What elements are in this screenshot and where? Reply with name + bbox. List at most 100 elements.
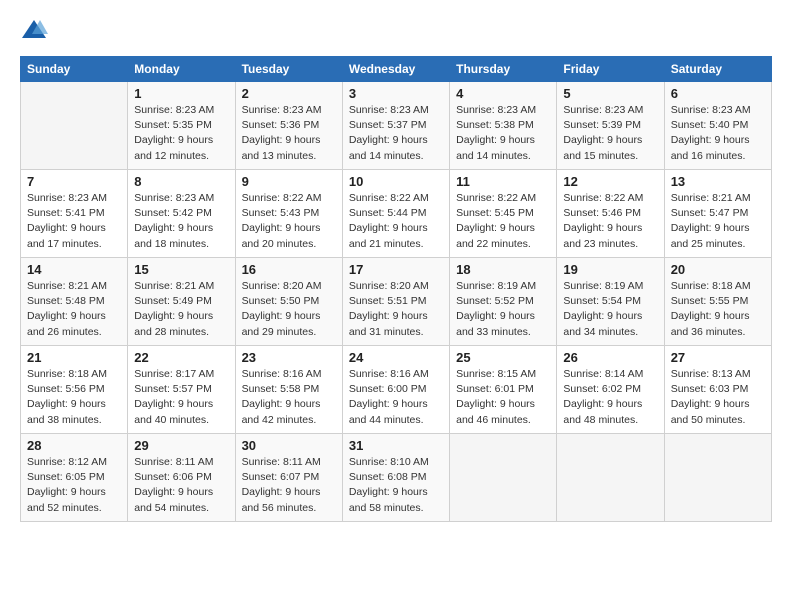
day-number: 11 <box>456 174 550 189</box>
calendar-cell: 3Sunrise: 8:23 AM Sunset: 5:37 PM Daylig… <box>342 82 449 170</box>
day-info: Sunrise: 8:23 AM Sunset: 5:36 PM Dayligh… <box>242 103 336 164</box>
day-number: 13 <box>671 174 765 189</box>
day-number: 31 <box>349 438 443 453</box>
calendar-cell: 22 Sunrise: 8:17 AM Sunset: 5:57 PM Dayli… <box>128 346 235 434</box>
day-number: 17 <box>349 262 443 277</box>
main-container: SundayMondayTuesdayWednesdayThursdayFrid… <box>0 0 792 532</box>
day-number: 19 <box>563 262 657 277</box>
day-info: Sunrise: 8:22 AM Sunset: 5:43 PM Dayligh… <box>242 191 336 252</box>
day-number: 1 <box>134 86 228 101</box>
day-number: 22 <box>134 350 228 365</box>
day-info: Sunrise: 8:13 AM Sunset: 6:03 PM Dayligh… <box>671 367 765 428</box>
day-info: Sunrise: 8:21 AM Sunset: 5:48 PM Dayligh… <box>27 279 121 340</box>
day-number: 29 <box>134 438 228 453</box>
calendar-cell: 18Sunrise: 8:19 AM Sunset: 5:52 PM Dayli… <box>450 258 557 346</box>
calendar-week-row: 1 Sunrise: 8:23 AM Sunset: 5:35 PM Daylig… <box>21 82 772 170</box>
calendar-cell: 12 Sunrise: 8:22 AM Sunset: 5:46 PM Dayli… <box>557 170 664 258</box>
calendar-cell: 19 Sunrise: 8:19 AM Sunset: 5:54 PM Dayli… <box>557 258 664 346</box>
weekday-header: Thursday <box>450 57 557 82</box>
day-number: 4 <box>456 86 550 101</box>
day-number: 6 <box>671 86 765 101</box>
day-number: 24 <box>349 350 443 365</box>
day-number: 5 <box>563 86 657 101</box>
day-info: Sunrise: 8:18 AM Sunset: 5:55 PM Dayligh… <box>671 279 765 340</box>
calendar-cell: 7 Sunrise: 8:23 AM Sunset: 5:41 PM Daylig… <box>21 170 128 258</box>
day-info: Sunrise: 8:18 AM Sunset: 5:56 PM Dayligh… <box>27 367 121 428</box>
calendar-cell: 21Sunrise: 8:18 AM Sunset: 5:56 PM Dayli… <box>21 346 128 434</box>
calendar-cell: 25Sunrise: 8:15 AM Sunset: 6:01 PM Dayli… <box>450 346 557 434</box>
day-number: 27 <box>671 350 765 365</box>
day-info: Sunrise: 8:23 AM Sunset: 5:41 PM Dayligh… <box>27 191 121 252</box>
day-info: Sunrise: 8:19 AM Sunset: 5:54 PM Dayligh… <box>563 279 657 340</box>
calendar-cell: 30Sunrise: 8:11 AM Sunset: 6:07 PM Dayli… <box>235 434 342 522</box>
day-number: 18 <box>456 262 550 277</box>
calendar-header: SundayMondayTuesdayWednesdayThursdayFrid… <box>21 57 772 82</box>
calendar-cell: 23Sunrise: 8:16 AM Sunset: 5:58 PM Dayli… <box>235 346 342 434</box>
calendar-cell: 26Sunrise: 8:14 AM Sunset: 6:02 PM Dayli… <box>557 346 664 434</box>
calendar-cell: 31 Sunrise: 8:10 AM Sunset: 6:08 PM Dayli… <box>342 434 449 522</box>
calendar-cell: 10Sunrise: 8:22 AM Sunset: 5:44 PM Dayli… <box>342 170 449 258</box>
day-number: 3 <box>349 86 443 101</box>
calendar-cell: 5 Sunrise: 8:23 AM Sunset: 5:39 PM Daylig… <box>557 82 664 170</box>
calendar-cell: 2 Sunrise: 8:23 AM Sunset: 5:36 PM Daylig… <box>235 82 342 170</box>
day-number: 9 <box>242 174 336 189</box>
day-number: 2 <box>242 86 336 101</box>
weekday-header: Tuesday <box>235 57 342 82</box>
calendar-cell: 4 Sunrise: 8:23 AM Sunset: 5:38 PM Daylig… <box>450 82 557 170</box>
calendar-cell <box>664 434 771 522</box>
day-number: 23 <box>242 350 336 365</box>
calendar-cell <box>557 434 664 522</box>
calendar-cell <box>21 82 128 170</box>
calendar-week-row: 7 Sunrise: 8:23 AM Sunset: 5:41 PM Daylig… <box>21 170 772 258</box>
calendar-week-row: 14 Sunrise: 8:21 AM Sunset: 5:48 PM Dayli… <box>21 258 772 346</box>
calendar-week-row: 21Sunrise: 8:18 AM Sunset: 5:56 PM Dayli… <box>21 346 772 434</box>
calendar-cell: 6Sunrise: 8:23 AM Sunset: 5:40 PM Daylig… <box>664 82 771 170</box>
calendar-cell: 8 Sunrise: 8:23 AM Sunset: 5:42 PM Daylig… <box>128 170 235 258</box>
day-info: Sunrise: 8:11 AM Sunset: 6:06 PM Dayligh… <box>134 455 228 516</box>
calendar-cell: 1 Sunrise: 8:23 AM Sunset: 5:35 PM Daylig… <box>128 82 235 170</box>
day-number: 26 <box>563 350 657 365</box>
calendar-body: 1 Sunrise: 8:23 AM Sunset: 5:35 PM Daylig… <box>21 82 772 522</box>
calendar-cell: 17Sunrise: 8:20 AM Sunset: 5:51 PM Dayli… <box>342 258 449 346</box>
header-row: SundayMondayTuesdayWednesdayThursdayFrid… <box>21 57 772 82</box>
day-info: Sunrise: 8:17 AM Sunset: 5:57 PM Dayligh… <box>134 367 228 428</box>
calendar-cell: 29 Sunrise: 8:11 AM Sunset: 6:06 PM Dayli… <box>128 434 235 522</box>
day-number: 25 <box>456 350 550 365</box>
calendar-cell: 20 Sunrise: 8:18 AM Sunset: 5:55 PM Dayli… <box>664 258 771 346</box>
day-number: 7 <box>27 174 121 189</box>
day-info: Sunrise: 8:10 AM Sunset: 6:08 PM Dayligh… <box>349 455 443 516</box>
day-info: Sunrise: 8:12 AM Sunset: 6:05 PM Dayligh… <box>27 455 121 516</box>
day-info: Sunrise: 8:16 AM Sunset: 6:00 PM Dayligh… <box>349 367 443 428</box>
weekday-header: Wednesday <box>342 57 449 82</box>
day-number: 10 <box>349 174 443 189</box>
day-number: 8 <box>134 174 228 189</box>
calendar-cell: 13Sunrise: 8:21 AM Sunset: 5:47 PM Dayli… <box>664 170 771 258</box>
logo-icon <box>20 16 48 44</box>
day-info: Sunrise: 8:23 AM Sunset: 5:39 PM Dayligh… <box>563 103 657 164</box>
day-info: Sunrise: 8:21 AM Sunset: 5:49 PM Dayligh… <box>134 279 228 340</box>
calendar-table: SundayMondayTuesdayWednesdayThursdayFrid… <box>20 56 772 522</box>
day-info: Sunrise: 8:23 AM Sunset: 5:38 PM Dayligh… <box>456 103 550 164</box>
header <box>20 16 772 44</box>
day-number: 12 <box>563 174 657 189</box>
calendar-cell: 15 Sunrise: 8:21 AM Sunset: 5:49 PM Dayli… <box>128 258 235 346</box>
calendar-cell: 16Sunrise: 8:20 AM Sunset: 5:50 PM Dayli… <box>235 258 342 346</box>
weekday-header: Friday <box>557 57 664 82</box>
calendar-cell: 11 Sunrise: 8:22 AM Sunset: 5:45 PM Dayli… <box>450 170 557 258</box>
day-number: 20 <box>671 262 765 277</box>
calendar-week-row: 28Sunrise: 8:12 AM Sunset: 6:05 PM Dayli… <box>21 434 772 522</box>
calendar-cell <box>450 434 557 522</box>
weekday-header: Sunday <box>21 57 128 82</box>
day-info: Sunrise: 8:22 AM Sunset: 5:46 PM Dayligh… <box>563 191 657 252</box>
logo <box>20 16 52 44</box>
day-info: Sunrise: 8:23 AM Sunset: 5:42 PM Dayligh… <box>134 191 228 252</box>
day-number: 15 <box>134 262 228 277</box>
day-info: Sunrise: 8:23 AM Sunset: 5:35 PM Dayligh… <box>134 103 228 164</box>
calendar-cell: 24 Sunrise: 8:16 AM Sunset: 6:00 PM Dayli… <box>342 346 449 434</box>
weekday-header: Monday <box>128 57 235 82</box>
weekday-header: Saturday <box>664 57 771 82</box>
day-info: Sunrise: 8:22 AM Sunset: 5:45 PM Dayligh… <box>456 191 550 252</box>
calendar-cell: 28Sunrise: 8:12 AM Sunset: 6:05 PM Dayli… <box>21 434 128 522</box>
day-number: 14 <box>27 262 121 277</box>
calendar-cell: 9 Sunrise: 8:22 AM Sunset: 5:43 PM Daylig… <box>235 170 342 258</box>
